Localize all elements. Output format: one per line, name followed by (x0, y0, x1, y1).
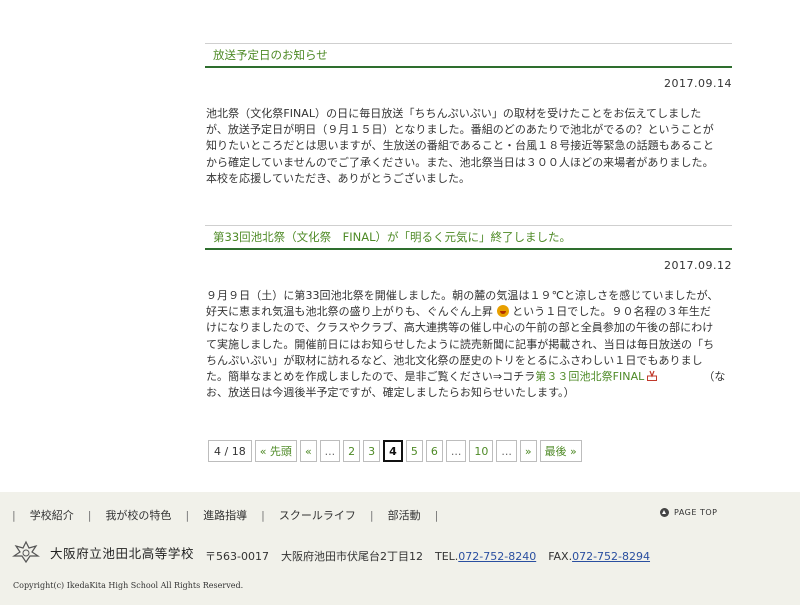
postal-code: 〒563-0017 (205, 550, 269, 563)
post-body-line: 好天に恵まれ気温も池北祭の盛り上がりも、ぐんぐん上昇 という１日でした。９０名程… (206, 304, 732, 320)
news-post: 放送予定日のお知らせ 2017.09.14 池北祭（文化祭FINAL）の日に毎日… (205, 43, 732, 187)
nav-separator: | (185, 508, 190, 522)
fax-link[interactable]: 072-752-8294 (572, 550, 650, 563)
post-body-line: から確定していませんのでご了承ください。また、池北祭当日は３００人ほどの来場者が… (206, 155, 714, 169)
post-body-line: 本校を応援していただき、ありがとうございました。 (206, 171, 471, 185)
pagination-ellipsis: ... (445, 440, 467, 462)
arrow-up-circle-icon (660, 508, 669, 517)
page-button-2[interactable]: 2 (343, 440, 361, 462)
nav-separator: | (434, 508, 439, 522)
post-body-line: て実施しました。開催前日にはお知らせしたように読売新聞に記事が掲載され、当日は毎… (206, 337, 715, 351)
news-post: 第33回池北祭（文化祭 FINAL）が「明るく元気に」終了しました。 2017.… (205, 225, 732, 401)
post-body-line: 池北祭（文化祭FINAL）の日に毎日放送「ちちんぷいぷい」の取材を受けたことをお… (206, 107, 702, 120)
first-page-button[interactable]: « 先頭 (254, 440, 297, 462)
post-title-link[interactable]: 放送予定日のお知らせ (213, 48, 724, 63)
school-address: 〒563-0017 大阪府池田市伏尾台2丁目12 TEL.072-752-8240 F… (205, 548, 650, 564)
next-page-button[interactable]: » (519, 440, 537, 462)
post-body-line: けになりましたので、クラスやクラブ、高大連携等の催し中心の午前の部と全員参加の午… (206, 321, 714, 335)
tel-label: TEL. (434, 550, 459, 563)
street-address: 大阪府池田市伏尾台2丁目12 (280, 550, 423, 563)
post-body-line: が、放送予定日が明日（９月１５日）となりました。番組のどのあたりで池北がでるの？… (206, 123, 714, 137)
page-info: 4 / 18 (208, 440, 252, 462)
copyright: Copyright(c) IkedaKita High School All R… (13, 581, 244, 590)
nav-separator: | (12, 508, 16, 522)
post-body-line: ちんぷいぷい」が取材に訪れるなど、池北文化祭の歴史のトリをとるにふさわしい１日で… (206, 353, 703, 367)
post-body-line: た。簡単なまとめを作成しましたので、是非ご覧ください⇒コチラ第３３回池北祭FIN… (206, 369, 732, 385)
post-body-line: お、放送日は今週後半予定ですが、確定しましたらお知らせいたします。） (206, 386, 575, 400)
post-date: 2017.09.14 (664, 77, 732, 90)
footer-nav-school-intro[interactable]: 学校紹介 (30, 507, 74, 523)
post-body-text: 好天に恵まれ気温も池北祭の盛り上がりも、ぐんぐん上昇 (206, 305, 493, 319)
pagination-ellipsis: ... (319, 440, 341, 462)
post-body: ９月９日（土）に第33回池北祭を開催しました。朝の麓の気温は１９℃と涼しさを感じ… (205, 288, 732, 401)
nav-separator: | (261, 508, 265, 522)
page-button-6[interactable]: 6 (425, 440, 443, 462)
page-button-3[interactable]: 3 (363, 440, 381, 462)
post-body-line: 知りたいところだとは思いますが、生放送の番組であること・台風１８号接近等緊急の話… (206, 139, 714, 153)
site-footer: | 学校紹介 | 我が校の特色 | 進路指導 | スクールライフ | 部活動 |… (0, 492, 800, 605)
post-date: 2017.09.12 (664, 259, 732, 272)
festival-summary-link[interactable]: 第３３回池北祭FINAL (535, 370, 644, 383)
post-title-bar: 第33回池北祭（文化祭 FINAL）が「明るく元気に」終了しました。 (205, 225, 732, 250)
page-button-5[interactable]: 5 (405, 440, 423, 462)
pdf-icon[interactable] (647, 370, 658, 382)
footer-nav-school-life[interactable]: スクールライフ (279, 507, 356, 523)
post-title-link[interactable]: 第33回池北祭（文化祭 FINAL）が「明るく元気に」終了しました。 (213, 230, 724, 245)
post-body: 池北祭（文化祭FINAL）の日に毎日放送「ちちんぷいぷい」の取材を受けたことをお… (205, 106, 732, 187)
page-button-10[interactable]: 10 (469, 440, 494, 462)
school-name: 大阪府立池田北高等学校 (50, 545, 195, 561)
nav-separator: | (369, 508, 374, 522)
last-page-button[interactable]: 最後 » (539, 440, 582, 462)
footer-nav: | 学校紹介 | 我が校の特色 | 進路指導 | スクールライフ | 部活動 | (0, 507, 452, 523)
school-crest-icon (12, 540, 40, 564)
footer-nav-features[interactable]: 我が校の特色 (105, 507, 171, 523)
fax-label: FAX. (548, 550, 573, 563)
footer-nav-clubs[interactable]: 部活動 (388, 507, 421, 523)
post-body-text: （な (703, 370, 726, 384)
school-logo[interactable]: 大阪府立池田北高等学校 (12, 540, 194, 564)
footer-nav-career[interactable]: 進路指導 (203, 507, 247, 523)
pagination: 4 / 18 « 先頭 « ... 2 3 4 5 6 ... 10 ... »… (208, 440, 582, 462)
post-body-line: ９月９日（土）に第33回池北祭を開催しました。朝の麓の気温は１９℃と涼しさを感じ… (206, 289, 719, 302)
nav-separator: | (87, 508, 92, 522)
current-page: 4 (383, 440, 403, 462)
tel-link[interactable]: 072-752-8240 (458, 550, 536, 563)
grinning-face-icon (496, 305, 509, 318)
page-top-button[interactable]: PAGE TOP (660, 508, 717, 517)
pagination-ellipsis: ... (496, 440, 517, 462)
post-title-bar: 放送予定日のお知らせ (205, 43, 732, 68)
prev-page-button[interactable]: « (299, 440, 317, 462)
post-body-text: という１日でした。９０名程の３年生だ (512, 305, 711, 319)
page-top-label: PAGE TOP (674, 508, 718, 517)
post-body-text: た。簡単なまとめを作成しましたので、是非ご覧ください⇒コチラ (206, 370, 536, 384)
